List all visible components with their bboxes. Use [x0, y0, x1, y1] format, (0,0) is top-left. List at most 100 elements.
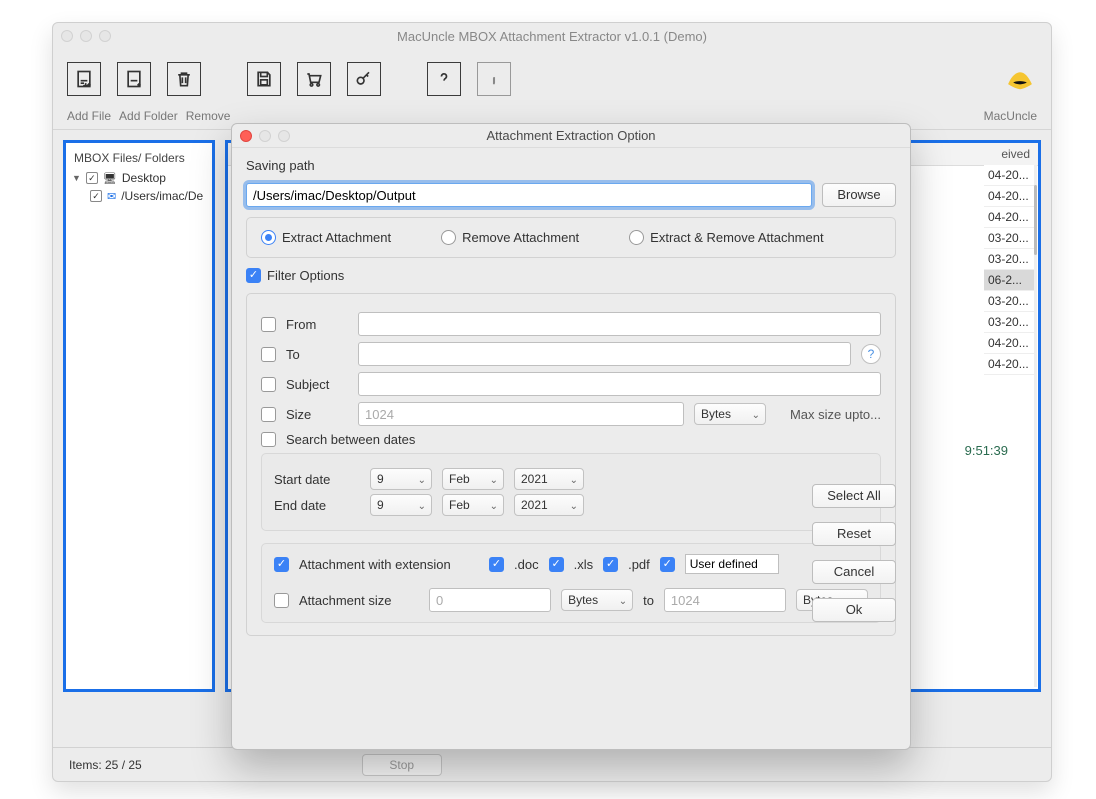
- scrollbar[interactable]: [1034, 165, 1037, 687]
- end-year-select[interactable]: 2021: [514, 494, 584, 516]
- subject-input[interactable]: [358, 372, 881, 396]
- filter-label: Filter Options: [267, 268, 344, 283]
- table-row[interactable]: 04-20...: [984, 354, 1034, 375]
- user-checkbox[interactable]: [660, 557, 675, 572]
- zoom-icon: [278, 130, 290, 142]
- mail-icon: ✉: [107, 190, 116, 203]
- attsize-to-label: to: [643, 593, 654, 608]
- reset-button[interactable]: Reset: [812, 522, 896, 546]
- to-input[interactable]: [358, 342, 851, 366]
- xls-label: .xls: [574, 557, 594, 572]
- from-input[interactable]: [358, 312, 881, 336]
- end-day-select[interactable]: 9: [370, 494, 432, 516]
- end-month-select[interactable]: Feb: [442, 494, 504, 516]
- remove-radio[interactable]: [441, 230, 456, 245]
- table-row[interactable]: 04-20...: [984, 333, 1034, 354]
- size-input[interactable]: [358, 402, 684, 426]
- ext-label: Attachment with extension: [299, 557, 479, 572]
- attsize-to-input[interactable]: [664, 588, 786, 612]
- tree-panel: MBOX Files/ Folders ▼ 🖥 Desktop ✉ /Users…: [63, 140, 215, 692]
- filter-group: From To ? Subject Size Bytes Max size up…: [246, 293, 896, 636]
- table-row[interactable]: 04-20...: [984, 207, 1034, 228]
- buy-button[interactable]: [297, 62, 331, 96]
- attsize-from-input[interactable]: [429, 588, 551, 612]
- start-year-select[interactable]: 2021: [514, 468, 584, 490]
- table-row[interactable]: 03-20...: [984, 312, 1034, 333]
- remove-radio-row[interactable]: Remove Attachment: [441, 230, 579, 245]
- remove-label: Remove Attachment: [462, 230, 579, 245]
- close-icon[interactable]: [240, 130, 252, 142]
- col-received[interactable]: eived: [1001, 147, 1030, 161]
- from-label: From: [286, 317, 348, 332]
- from-checkbox[interactable]: [261, 317, 276, 332]
- attsize-from-unit[interactable]: Bytes: [561, 589, 633, 611]
- preview-timestamp: 9:51:39: [965, 443, 1008, 458]
- disclosure-icon[interactable]: ▼: [72, 173, 81, 183]
- help-button[interactable]: [427, 62, 461, 96]
- date-group: Start date 9 Feb 2021 End date 9 Feb 202…: [261, 453, 881, 531]
- remove-button[interactable]: [167, 62, 201, 96]
- cancel-button[interactable]: Cancel: [812, 560, 896, 584]
- extract-radio-row[interactable]: Extract Attachment: [261, 230, 391, 245]
- table-row[interactable]: 03-20...: [984, 249, 1034, 270]
- traffic-min-icon[interactable]: [80, 30, 92, 42]
- tree-root-label: Desktop: [122, 171, 166, 185]
- subject-checkbox[interactable]: [261, 377, 276, 392]
- pdf-checkbox[interactable]: [603, 557, 618, 572]
- brand-logo-icon: [1003, 62, 1037, 96]
- tree-root-checkbox[interactable]: [86, 172, 98, 184]
- traffic-max-icon[interactable]: [99, 30, 111, 42]
- add-folder-button[interactable]: [117, 62, 151, 96]
- attsize-checkbox[interactable]: [274, 593, 289, 608]
- doc-checkbox[interactable]: [489, 557, 504, 572]
- table-row[interactable]: 03-20...: [984, 291, 1034, 312]
- saving-path-input[interactable]: [246, 183, 812, 207]
- both-label: Extract & Remove Attachment: [650, 230, 823, 245]
- stop-button[interactable]: Stop: [362, 754, 442, 776]
- size-hint: Max size upto...: [790, 407, 881, 422]
- main-titlebar: MacUncle MBOX Attachment Extractor v1.0.…: [53, 23, 1051, 49]
- extract-label: Extract Attachment: [282, 230, 391, 245]
- filter-toggle-row[interactable]: Filter Options: [246, 268, 896, 283]
- to-checkbox[interactable]: [261, 347, 276, 362]
- saving-path-label: Saving path: [246, 158, 896, 173]
- tree-root-row[interactable]: ▼ 🖥 Desktop: [68, 169, 210, 187]
- xls-checkbox[interactable]: [549, 557, 564, 572]
- size-unit-select[interactable]: Bytes: [694, 403, 766, 425]
- extract-radio[interactable]: [261, 230, 276, 245]
- ok-button[interactable]: Ok: [812, 598, 896, 622]
- extraction-options-dialog: Attachment Extraction Option Saving path…: [231, 123, 911, 750]
- modal-titlebar: Attachment Extraction Option: [232, 124, 910, 148]
- dates-label: Search between dates: [286, 432, 415, 447]
- both-radio[interactable]: [629, 230, 644, 245]
- tree-header: MBOX Files/ Folders: [68, 149, 210, 169]
- browse-button[interactable]: Browse: [822, 183, 896, 207]
- table-row[interactable]: 04-20...: [984, 165, 1034, 186]
- select-all-button[interactable]: Select All: [812, 484, 896, 508]
- info-button[interactable]: [477, 62, 511, 96]
- save-button[interactable]: [247, 62, 281, 96]
- dates-checkbox[interactable]: [261, 432, 276, 447]
- add-file-button[interactable]: [67, 62, 101, 96]
- start-day-select[interactable]: 9: [370, 468, 432, 490]
- subject-label: Subject: [286, 377, 348, 392]
- add-file-label: Add File: [67, 109, 111, 123]
- pdf-label: .pdf: [628, 557, 650, 572]
- traffic-close-icon[interactable]: [61, 30, 73, 42]
- tree-child-row[interactable]: ✉ /Users/imac/De: [68, 187, 210, 205]
- status-items: Items: 25 / 25: [69, 758, 142, 772]
- start-month-select[interactable]: Feb: [442, 468, 504, 490]
- help-icon[interactable]: ?: [861, 344, 881, 364]
- size-checkbox[interactable]: [261, 407, 276, 422]
- table-row[interactable]: 04-20...: [984, 186, 1034, 207]
- ext-checkbox[interactable]: [274, 557, 289, 572]
- both-radio-row[interactable]: Extract & Remove Attachment: [629, 230, 823, 245]
- statusbar: Items: 25 / 25 Stop: [53, 747, 1051, 781]
- filter-checkbox[interactable]: [246, 268, 261, 283]
- key-button[interactable]: [347, 62, 381, 96]
- remove-label: Remove: [186, 109, 231, 123]
- table-row[interactable]: 06-2...: [984, 270, 1034, 291]
- user-defined-input[interactable]: [685, 554, 779, 574]
- table-row[interactable]: 03-20...: [984, 228, 1034, 249]
- tree-child-checkbox[interactable]: [90, 190, 102, 202]
